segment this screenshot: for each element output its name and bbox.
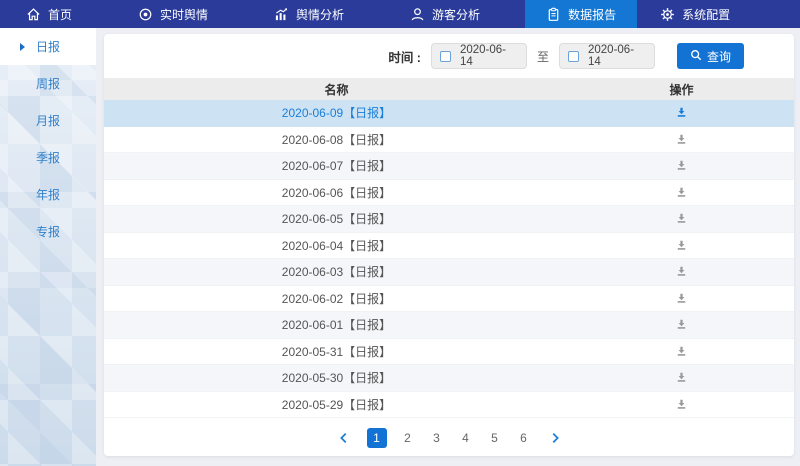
search-button-label: 查询 [707,48,731,65]
download-icon[interactable] [675,186,688,199]
sidebar-item-monthly-report[interactable]: 月报 [0,102,96,139]
nav-item-label: 舆情分析 [296,6,344,23]
download-icon[interactable] [675,159,688,172]
top-navigation: 首页 实时舆情 舆情分析 游客分析 数据报告 系统配置 [0,0,800,28]
table-row[interactable]: 2020-06-06【日报】 [104,180,794,207]
sidebar-item-special-report[interactable]: 专报 [0,213,96,250]
sidebar-item-yearly-report[interactable]: 年报 [0,176,96,213]
sidebar-item-quarterly-report[interactable]: 季报 [0,139,96,176]
download-icon[interactable] [675,212,688,225]
date-from-value: 2020-06-14 [460,44,518,68]
column-header-name: 名称 [104,81,569,98]
download-icon[interactable] [675,345,688,358]
sidebar: 日报 周报 月报 季报 年报 专报 [0,28,96,466]
download-icon[interactable] [675,239,688,252]
search-icon [690,49,702,64]
page-number[interactable]: 6 [516,431,532,445]
page-number[interactable]: 1 [367,428,387,448]
date-to-picker[interactable]: 2020-06-14 [559,43,655,69]
download-icon[interactable] [675,133,688,146]
download-icon[interactable] [675,265,688,278]
nav-item-label: 系统配置 [682,6,730,23]
sidebar-item-label: 专报 [36,223,60,240]
eye-icon [138,7,153,22]
search-button[interactable]: 查询 [677,43,744,69]
report-name-link[interactable]: 2020-06-01【日报】 [104,316,569,333]
table-row[interactable]: 2020-05-29【日报】 [104,392,794,419]
nav-item-reports[interactable]: 数据报告 [525,0,637,28]
sidebar-item-label: 日报 [36,38,60,55]
nav-item-label: 数据报告 [568,6,616,23]
download-icon[interactable] [675,106,688,119]
sidebar-item-label: 年报 [36,186,60,203]
nav-item-label: 实时舆情 [160,6,208,23]
report-name-link[interactable]: 2020-06-05【日报】 [104,210,569,227]
table-row[interactable]: 2020-06-07【日报】 [104,153,794,180]
table-row[interactable]: 2020-06-01【日报】 [104,312,794,339]
sidebar-item-label: 季报 [36,149,60,166]
calendar-icon [568,51,579,62]
page-number[interactable]: 3 [429,431,445,445]
report-icon [546,7,561,22]
table-row[interactable]: 2020-06-05【日报】 [104,206,794,233]
nav-item-home[interactable]: 首页 [0,0,93,28]
date-range-to-label: 至 [537,48,549,65]
table-row[interactable]: 2020-06-04【日报】 [104,233,794,260]
main-content: 时间 : 2020-06-14 至 2020-06-14 查询 名称 操作 [96,28,800,466]
report-name-link[interactable]: 2020-06-04【日报】 [104,237,569,254]
page-number[interactable]: 2 [400,431,416,445]
filter-bar: 时间 : 2020-06-14 至 2020-06-14 查询 [104,34,794,78]
table-row[interactable]: 2020-05-31【日报】 [104,339,794,366]
content-card: 时间 : 2020-06-14 至 2020-06-14 查询 名称 操作 [104,34,794,456]
report-name-link[interactable]: 2020-06-08【日报】 [104,131,569,148]
user-icon [410,7,425,22]
nav-item-label: 首页 [48,6,72,23]
nav-item-realtime[interactable]: 实时舆情 [117,0,229,28]
bar-chart-icon [274,7,289,22]
nav-item-label: 游客分析 [432,6,480,23]
time-filter-label: 时间 : [388,47,421,66]
table-row[interactable]: 2020-06-02【日报】 [104,286,794,313]
report-name-link[interactable]: 2020-06-07【日报】 [104,157,569,174]
nav-item-settings[interactable]: 系统配置 [639,0,751,28]
pagination: 1 2 3 4 5 6 [104,420,794,456]
report-name-link[interactable]: 2020-06-02【日报】 [104,290,569,307]
calendar-icon [440,51,451,62]
active-pointer-icon [20,43,25,51]
nav-item-visitors[interactable]: 游客分析 [389,0,501,28]
nav-item-analysis[interactable]: 舆情分析 [253,0,365,28]
prev-page-icon[interactable] [334,428,354,448]
column-header-operation: 操作 [569,81,794,98]
page-number[interactable]: 4 [458,431,474,445]
sidebar-item-daily-report[interactable]: 日报 [0,28,96,65]
sidebar-item-weekly-report[interactable]: 周报 [0,65,96,102]
sidebar-item-label: 月报 [36,112,60,129]
report-name-link[interactable]: 2020-06-03【日报】 [104,263,569,280]
gear-icon [660,7,675,22]
table-row[interactable]: 2020-06-03【日报】 [104,259,794,286]
table-row[interactable]: 2020-06-08【日报】 [104,127,794,154]
report-name-link[interactable]: 2020-05-31【日报】 [104,343,569,360]
report-name-link[interactable]: 2020-06-09【日报】 [104,104,569,121]
report-name-link[interactable]: 2020-06-06【日报】 [104,184,569,201]
report-name-link[interactable]: 2020-05-29【日报】 [104,396,569,413]
download-icon[interactable] [675,318,688,331]
table-row[interactable]: 2020-06-09【日报】 [104,100,794,127]
sidebar-item-label: 周报 [36,75,60,92]
table-row[interactable]: 2020-05-30【日报】 [104,365,794,392]
page-number[interactable]: 5 [487,431,503,445]
date-from-picker[interactable]: 2020-06-14 [431,43,527,69]
download-icon[interactable] [675,398,688,411]
table-header: 名称 操作 [104,78,794,100]
next-page-icon[interactable] [545,428,565,448]
report-name-link[interactable]: 2020-05-30【日报】 [104,369,569,386]
download-icon[interactable] [675,292,688,305]
download-icon[interactable] [675,371,688,384]
date-to-value: 2020-06-14 [588,44,646,68]
report-table-body: 2020-06-09【日报】 2020-06-08【日报】 2020-06-07… [104,100,794,420]
home-icon [26,7,41,22]
